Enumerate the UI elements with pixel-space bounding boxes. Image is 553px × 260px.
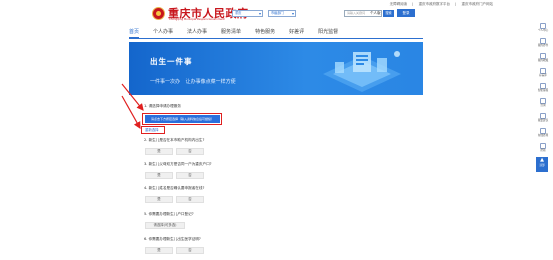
question-4: 4. 新生儿姓名是否确认要申报者在线?	[144, 186, 205, 190]
top-link-platform[interactable]: 重庆市政府数字平台	[419, 2, 451, 6]
top-links: 无障碍阅读 | 重庆市政府数字平台 | 重庆市政府门户网站	[389, 2, 494, 6]
question-5: 5. 你需要办理新生儿户口登记?	[144, 212, 194, 216]
back-to-top-button[interactable]: ▲ 顶部	[536, 157, 548, 172]
question-3: 3. 新生儿父母双方是否同一户为重庆户口?	[144, 162, 212, 166]
q5-multi-select-option[interactable]: 请选择(可多选)	[145, 222, 185, 229]
banner-sub-1: 一件事一次办	[150, 79, 181, 85]
national-emblem-icon	[152, 7, 165, 20]
main-nav: 首页 个人办事 法人办事 服务清单 特色服务 好差评 阳光监督	[129, 28, 352, 38]
page: { "top_links": ["无障碍阅读", "重庆市政府数字平台", "重…	[0, 0, 553, 260]
nav-tab-supervision[interactable]: 阳光监督	[318, 28, 338, 38]
annotation-box-option	[142, 113, 222, 125]
banner-subtitle: 一件事一次办 让办事像点菜一样方便	[150, 78, 236, 85]
nav-tab-review[interactable]: 好差评	[289, 28, 304, 38]
nav-tab-personal[interactable]: 个人办事	[153, 28, 173, 38]
q6-yes-button[interactable]: 是	[145, 247, 173, 254]
q6-no-button[interactable]: 否	[176, 247, 204, 254]
region-select[interactable]: 重庆	[232, 10, 263, 17]
q4-no-button[interactable]: 否	[176, 196, 204, 203]
q4-yes-button[interactable]: 是	[145, 196, 173, 203]
q2-yes-button[interactable]: 是	[145, 148, 173, 155]
top-link-accessibility[interactable]: 无障碍阅读	[390, 2, 408, 6]
q2-no-button[interactable]: 否	[176, 148, 204, 155]
nav-tab-legal[interactable]: 法人办事	[187, 28, 207, 38]
banner-illustration	[323, 51, 401, 92]
arrow-to-reselect	[121, 95, 141, 130]
department-select[interactable]: 市级部门	[268, 10, 296, 17]
question-1: 1. 请选择申请办理服务	[144, 104, 181, 108]
nav-tab-special[interactable]: 特色服务	[255, 28, 275, 38]
nav-tab-home[interactable]: 首页	[129, 28, 140, 38]
annotation-box-reselect	[141, 126, 165, 134]
arrow-up-icon: ▲	[540, 157, 544, 163]
site-subtitle: Chongqing Municipal People's Government	[169, 18, 225, 21]
banner-sub-2: 让办事像点菜一样方便	[185, 79, 236, 85]
top-link-portal[interactable]: 重庆市政府门户网站	[462, 2, 494, 6]
banner-title: 出生一件事	[150, 57, 193, 66]
q3-no-button[interactable]: 否	[176, 172, 204, 179]
question-6: 6. 你需要办理新生儿出生医学证明?	[144, 237, 201, 241]
nav-divider	[129, 38, 423, 39]
login-button[interactable]: 登录	[397, 9, 415, 17]
nav-tab-service-list[interactable]: 服务清单	[221, 28, 241, 38]
banner: 出生一件事 一件事一次办 让办事像点菜一样方便	[129, 42, 423, 95]
annotation-arrows	[121, 83, 144, 130]
question-2: 2. 新生儿是否在本市助产机构内出生?	[144, 138, 205, 142]
personal-version-button[interactable]: 个人版	[370, 10, 388, 17]
q3-yes-button[interactable]: 是	[145, 172, 173, 179]
